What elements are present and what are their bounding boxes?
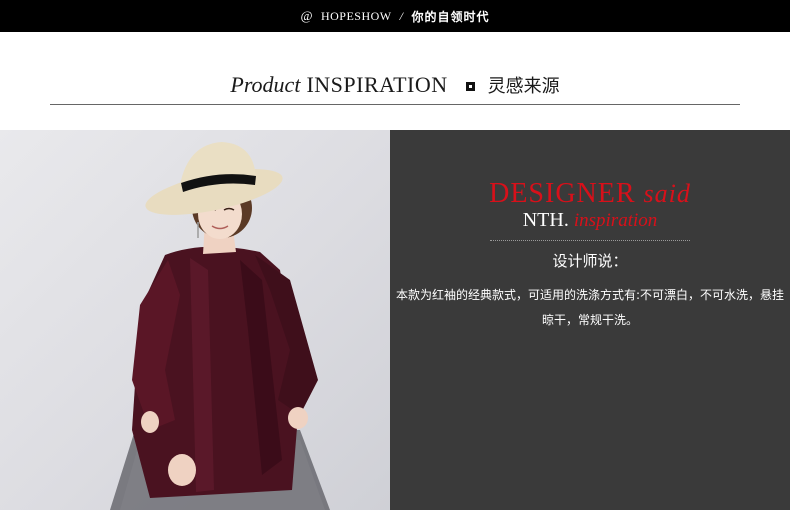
description-line-2: 晾干，常规干洗。 bbox=[541, 313, 638, 327]
brand-name: HOPESHOW bbox=[320, 8, 392, 23]
model-illustration bbox=[110, 142, 330, 510]
heading-caps-word: INSPIRATION bbox=[306, 72, 448, 97]
heading-divider bbox=[50, 104, 740, 105]
designer-title: DESIGNER said bbox=[390, 178, 790, 210]
heading-chinese: 灵感来源 bbox=[487, 76, 560, 97]
brand-slogan: 你的自领时代 bbox=[411, 9, 490, 24]
designer-says-label: 设计师说： bbox=[552, 252, 628, 270]
separator: / bbox=[399, 8, 404, 23]
designer-description: 本款为红袖的经典款式，可适用的洗涤方式有:不可漂白，不可水洗，悬挂 晾干，常规干… bbox=[390, 283, 790, 333]
square-bullet-icon bbox=[465, 81, 475, 91]
section-heading: Product INSPIRATION 灵感来源 bbox=[0, 68, 790, 102]
inspiration-word: inspiration bbox=[573, 210, 658, 231]
nth-inspiration-line: NTH. inspiration bbox=[390, 209, 790, 232]
heading-italic-word: Product bbox=[230, 72, 301, 97]
designer-panel: DESIGNER said NTH. inspiration 设计师说： 本款为… bbox=[390, 130, 790, 510]
nth-word: NTH. bbox=[522, 209, 569, 231]
said-word: said bbox=[643, 179, 691, 208]
model-photo bbox=[0, 130, 390, 510]
at-symbol: @ bbox=[300, 8, 313, 23]
description-line-1: 本款为红袖的经典款式，可适用的洗涤方式有:不可漂白，不可水洗，悬挂 bbox=[395, 288, 785, 302]
designer-word: DESIGNER bbox=[489, 178, 636, 209]
top-banner: @ HOPESHOW / 你的自领时代 bbox=[0, 0, 790, 32]
dotted-divider bbox=[490, 240, 690, 241]
